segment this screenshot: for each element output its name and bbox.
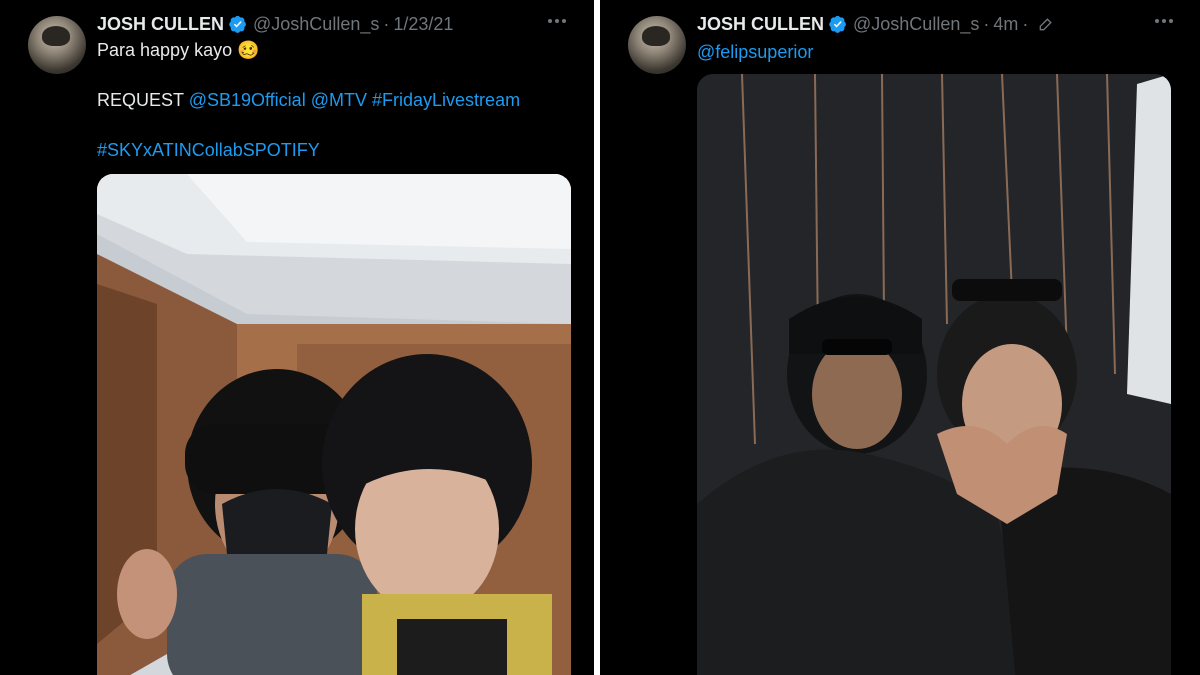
tweet-text-line-1: Para happy kayo 🥴 bbox=[97, 38, 260, 62]
hashtag-link[interactable]: #FridayLivestream bbox=[372, 90, 520, 110]
mention-link[interactable]: @MTV bbox=[311, 90, 367, 110]
tweet-timestamp[interactable]: 1/23/21 bbox=[393, 14, 453, 35]
tweet-text: Para happy kayo bbox=[97, 40, 233, 60]
author-handle[interactable]: @JoshCullen_s bbox=[253, 14, 379, 35]
tweet-text-line-2: REQUEST @SB19Official @MTV #FridayLivest… bbox=[97, 88, 520, 112]
mention-link[interactable]: @felipsuperior bbox=[697, 42, 813, 62]
hashtag-link[interactable]: #SKYxATINCollabSPOTIFY bbox=[97, 140, 320, 160]
more-icon[interactable] bbox=[1155, 14, 1181, 28]
separator-dot: · bbox=[1022, 13, 1029, 34]
emoji: 🥴 bbox=[237, 40, 260, 60]
verified-badge-icon bbox=[829, 15, 846, 33]
tweet-text-line-1: @felipsuperior bbox=[697, 40, 813, 64]
pencil-icon[interactable] bbox=[1038, 16, 1054, 32]
left-tweet[interactable]: JOSH CULLEN @JoshCullen_s · 1/23/21 Para… bbox=[0, 0, 594, 675]
author-name[interactable]: JOSH CULLEN bbox=[697, 14, 824, 35]
author-avatar[interactable] bbox=[28, 16, 86, 74]
right-tweet[interactable]: JOSH CULLEN @JoshCullen_s · 4m · @felips… bbox=[600, 0, 1200, 675]
tweet-text-line-3: #SKYxATINCollabSPOTIFY bbox=[97, 138, 320, 162]
separator-dot: · bbox=[383, 13, 390, 34]
tweet-header: JOSH CULLEN @JoshCullen_s · 1/23/21 bbox=[97, 12, 453, 36]
tweet-photo[interactable] bbox=[97, 174, 571, 675]
tweet-timestamp[interactable]: 4m bbox=[993, 14, 1018, 35]
tweet-header: JOSH CULLEN @JoshCullen_s · 4m · bbox=[697, 12, 1054, 36]
author-avatar[interactable] bbox=[628, 16, 686, 74]
photo-image bbox=[97, 174, 571, 675]
photo-image bbox=[697, 74, 1171, 675]
author-name[interactable]: JOSH CULLEN bbox=[97, 14, 224, 35]
verified-badge-icon bbox=[229, 15, 246, 33]
mention-link[interactable]: @SB19Official bbox=[189, 90, 306, 110]
tweet-photo[interactable] bbox=[697, 74, 1171, 675]
tweet-text: REQUEST bbox=[97, 90, 184, 110]
more-icon[interactable] bbox=[548, 14, 574, 28]
author-handle[interactable]: @JoshCullen_s bbox=[853, 14, 979, 35]
separator-dot: · bbox=[983, 13, 990, 34]
